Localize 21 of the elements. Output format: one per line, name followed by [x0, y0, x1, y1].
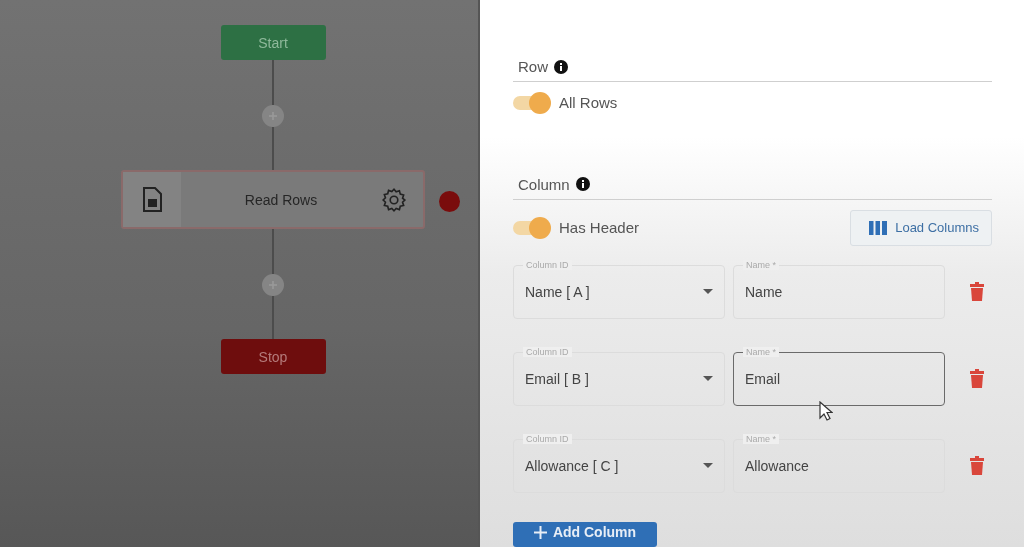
add-column-button[interactable]: Add Column — [513, 521, 657, 547]
field-label: Column ID — [523, 259, 572, 270]
toggle-label: Has Header — [559, 219, 640, 237]
select-value: Email [ B ] — [525, 370, 590, 387]
field-label: Name * — [743, 346, 779, 357]
select-value: Name [ A ] — [525, 283, 591, 300]
load-columns-button[interactable]: Load Columns — [850, 209, 992, 246]
select-value: Allowance [ C ] — [525, 457, 620, 474]
field-label: Column ID — [523, 346, 572, 357]
input-value: Email — [745, 370, 781, 387]
field-label: Column ID — [523, 433, 572, 444]
section-title: Column — [518, 175, 570, 193]
section-title: Row — [518, 58, 548, 75]
task-label: Read Rows — [243, 191, 319, 208]
toggle-label: All Rows — [559, 94, 618, 112]
field-label: Name * — [743, 433, 779, 444]
stop-node: Stop — [220, 339, 326, 374]
start-node: Start — [220, 25, 326, 60]
input-value: Allowance — [745, 457, 810, 474]
field-label: Name * — [743, 259, 779, 270]
input-value: Name — [745, 283, 784, 300]
